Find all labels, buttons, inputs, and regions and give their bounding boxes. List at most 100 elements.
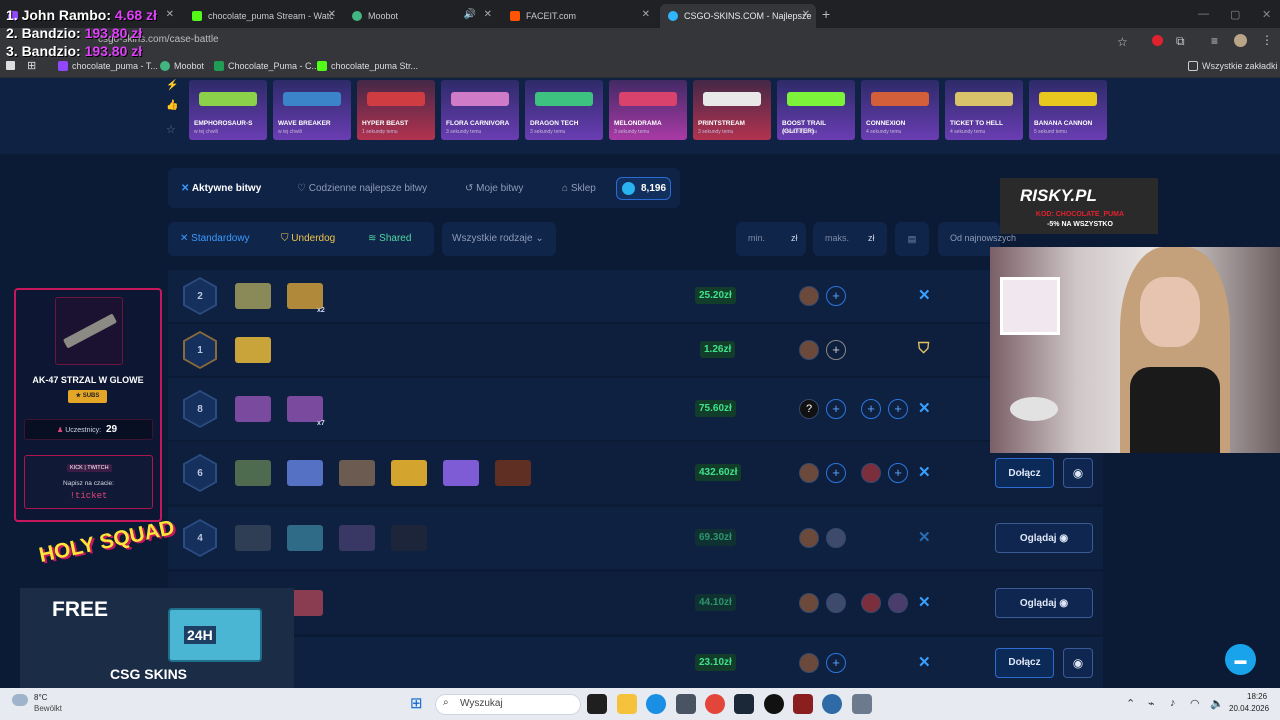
game-icon[interactable] [793,694,813,714]
player-avatar[interactable] [826,528,846,548]
tab-my-battles[interactable]: ↺ Moje bitwy [465,183,523,194]
bookmark-3[interactable]: Chocolate_Puma - C... [214,61,319,71]
tab-3[interactable]: Moobot 🔊 ✕ [344,4,498,28]
join-slot-button[interactable]: + [826,399,846,419]
filter-standard[interactable]: ✕ Standardowy [180,233,250,244]
filter-underdog[interactable]: ⛉ Underdog [281,233,335,244]
drop-card[interactable]: BOOST TRAIL (GLITTER) 4 sekundy temu [777,80,855,140]
steam-icon[interactable] [734,694,754,714]
network-icon[interactable]: ⌁ [1148,697,1155,710]
player-avatar[interactable] [861,593,881,613]
player-avatar[interactable] [799,593,819,613]
grid-icon[interactable]: ⊞ [27,59,36,72]
clock-date[interactable]: 20.04.2026 [1229,704,1269,713]
join-slot-button[interactable]: + [888,463,908,483]
more-icon[interactable]: ⋮ [1261,33,1273,47]
join-button[interactable]: Dołącz [995,458,1054,488]
filter-shared[interactable]: ≋ Shared [368,233,411,244]
watch-eye-button[interactable]: ◉ [1063,647,1093,678]
drop-card[interactable]: HYPER BEAST 1 sekundę temu [357,80,435,140]
drop-card[interactable]: FLORA CARNIVORA 3 sekundy temu [441,80,519,140]
drop-card[interactable]: MELONDRAMA 3 sekundy temu [609,80,687,140]
close-icon[interactable]: ✕ [802,9,810,20]
join-slot-button[interactable]: + [826,340,846,360]
close-icon[interactable]: ✕ [642,9,650,20]
profile-avatar[interactable] [1234,34,1247,47]
terminal-icon[interactable] [587,694,607,714]
wifi-icon[interactable]: ◠ [1190,697,1200,710]
bookmark-4[interactable]: chocolate_puma Str... [317,61,418,71]
bookmark-2[interactable]: Moobot [160,61,204,71]
min-price-field[interactable]: min. zł [736,222,806,256]
puzzle-icon[interactable]: ⧉ [1176,34,1185,49]
join-slot-button[interactable]: + [826,463,846,483]
tab-shop[interactable]: ⌂ Sklep [562,183,596,194]
tab-daily-best[interactable]: ♡ Codzienne najlepsze bitwy [297,183,427,194]
drop-card[interactable]: WAVE BREAKER w tej chwili [273,80,351,140]
player-avatar[interactable] [888,593,908,613]
drop-card[interactable]: PRINTSTREAM 3 sekundy temu [693,80,771,140]
drop-card[interactable]: TICKET TO HELL 4 sekundy temu [945,80,1023,140]
watch-button[interactable]: Oglądaj ◉ [995,523,1093,553]
app-icon[interactable] [822,694,842,714]
edge-icon[interactable] [646,694,666,714]
battle-row[interactable]: 44.10zł ✕ Oglądaj ◉ [168,572,1103,634]
join-slot-button[interactable]: + [861,399,881,419]
battle-row[interactable]: 2 x2 25.20zł + ✕ [168,270,1103,322]
obs-icon[interactable] [764,694,784,714]
drop-card[interactable]: EMPHOROSAUR-S w tej chwili [189,80,267,140]
close-icon[interactable]: ✕ [484,9,492,20]
battle-row[interactable]: 6 432.60zł + + ✕ Dołącz ◉ [168,442,1103,504]
calendar-icon[interactable]: ▤ [895,222,929,256]
clock-time[interactable]: 18:26 [1247,692,1267,701]
player-avatar[interactable] [799,340,819,360]
tab-5[interactable]: CSGO-SKINS.COM - Najlepsze ✕ [660,4,816,28]
speaker-icon[interactable]: 🔊 [464,9,476,20]
join-slot-button[interactable]: + [826,652,846,673]
maximize-icon[interactable]: ▢ [1230,8,1240,21]
minimize-icon[interactable]: — [1198,8,1209,20]
close-icon[interactable]: ✕ [328,9,336,20]
player-avatar[interactable] [799,463,819,483]
bolt-icon[interactable]: ⚡ [166,80,178,91]
extension-icon[interactable] [1152,35,1163,46]
battle-row[interactable]: 23.10zł + ✕ Dołącz ◉ [168,637,1103,688]
app-icon[interactable] [676,694,696,714]
windows-start-icon[interactable]: ⊞ [410,696,423,712]
battle-row[interactable]: 4 69.30zł ✕ Oglądaj ◉ [168,507,1103,569]
tray-chevron-icon[interactable]: ⌃ [1126,697,1135,710]
join-slot-button[interactable]: + [826,286,846,306]
drop-card[interactable]: CONNEXION 4 sekundy temu [861,80,939,140]
settings-icon[interactable] [852,694,872,714]
max-price-field[interactable]: maks. zł [813,222,887,256]
join-button[interactable]: Dołącz [995,647,1054,678]
thumb-up-icon[interactable]: 👍 [166,100,178,111]
tab-4[interactable]: FACEIT.com ✕ [502,4,656,28]
battle-row[interactable]: 1 1.26zł + ⛉ [168,324,1103,376]
watch-eye-button[interactable]: ◉ [1063,458,1093,488]
tab-2[interactable]: chocolate_puma Stream - Watc ✕ [184,4,342,28]
apps-icon[interactable] [6,61,15,70]
taskbar-search[interactable] [435,694,581,715]
new-tab-button[interactable]: + [822,6,830,22]
drop-card[interactable]: DRAGON TECH 3 sekundy temu [525,80,603,140]
volume-icon[interactable]: 🔈 [1210,697,1224,710]
drop-card[interactable]: BANANA CANNON 5 sekund temu [1029,80,1107,140]
join-slot-button[interactable]: + [888,399,908,419]
close-window-icon[interactable]: ✕ [1262,8,1271,21]
mic-icon[interactable]: ♪ [1170,697,1176,709]
all-bookmarks[interactable]: Wszystkie zakładki [1188,61,1278,71]
close-icon[interactable]: ✕ [166,9,174,20]
player-avatar[interactable] [799,286,819,306]
player-avatar[interactable] [826,593,846,613]
chat-button[interactable]: ▬ [1225,644,1256,675]
chrome-icon[interactable] [705,694,725,714]
battle-row[interactable]: 8 x7 75.60zł? + + + ✕ [168,378,1103,440]
star-icon[interactable]: ☆ [1117,35,1128,49]
star-icon[interactable]: ☆ [166,123,176,136]
menu-list-icon[interactable]: ≡ [1211,34,1218,48]
watch-button[interactable]: Oglądaj ◉ [995,588,1093,618]
folder-icon[interactable] [617,694,637,714]
player-avatar[interactable] [861,463,881,483]
tab-active-battles[interactable]: ✕ Aktywne bitwy [181,183,261,194]
